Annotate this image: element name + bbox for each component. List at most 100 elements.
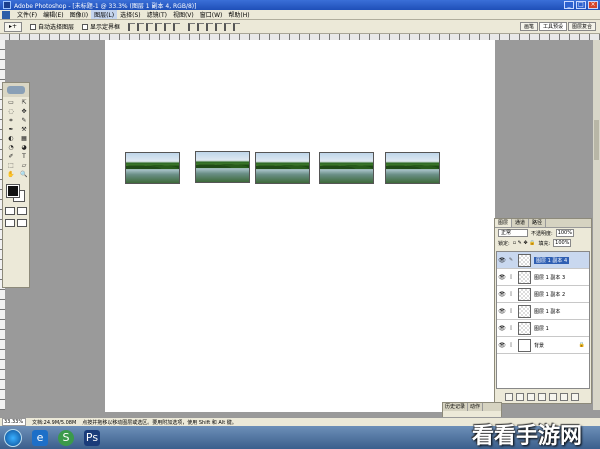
lasso-tool-icon[interactable]: ◌ xyxy=(5,108,17,116)
healing-brush-tool-icon[interactable]: ✒ xyxy=(5,126,17,134)
screen-mode-standard-icon[interactable] xyxy=(5,219,15,227)
layer-row[interactable]: 👁 ▯ 图层 1 副本 xyxy=(497,303,589,320)
history-brush-tool-icon[interactable]: ▦ xyxy=(18,135,30,143)
layer-mask-icon[interactable] xyxy=(527,393,535,401)
menu-select[interactable]: 选择(S) xyxy=(117,10,144,19)
show-bounds-checkbox[interactable]: 显示定界框 xyxy=(82,22,120,31)
standard-mode-icon[interactable] xyxy=(5,207,15,215)
quick-mask-mode-icon[interactable] xyxy=(17,207,27,215)
distribute-hcenter-icon[interactable] xyxy=(224,22,232,31)
new-layer-icon[interactable] xyxy=(560,393,568,401)
screen-mode-full-icon[interactable] xyxy=(17,219,27,227)
fill-input[interactable]: 100% xyxy=(553,239,572,247)
distribute-vcenter-icon[interactable] xyxy=(197,22,205,31)
adjustment-layer-icon[interactable] xyxy=(549,393,557,401)
zoom-field[interactable]: 33.33% xyxy=(2,418,26,426)
link-icon[interactable]: ▯ xyxy=(507,291,515,297)
foreground-color-swatch[interactable] xyxy=(6,184,20,198)
crop-tool-icon[interactable]: ⌗ xyxy=(5,117,17,125)
tab-actions[interactable]: 动作 xyxy=(468,403,484,411)
landscape-image-layer-4[interactable] xyxy=(319,152,374,184)
document-canvas[interactable] xyxy=(105,40,495,412)
menu-image[interactable]: 图像(I) xyxy=(67,10,91,19)
align-vcenter-icon[interactable] xyxy=(137,22,145,31)
link-icon[interactable]: ▯ xyxy=(507,274,515,280)
distribute-right-icon[interactable] xyxy=(233,22,241,31)
menu-filter[interactable]: 滤镜(T) xyxy=(144,10,170,19)
align-bottom-icon[interactable] xyxy=(146,22,154,31)
menu-help[interactable]: 帮助(H) xyxy=(225,10,252,19)
minimize-button[interactable]: _ xyxy=(564,1,574,9)
start-button[interactable] xyxy=(4,428,22,447)
clone-stamp-tool-icon[interactable]: ◐ xyxy=(5,135,17,143)
menu-layer[interactable]: 图层(L) xyxy=(91,10,118,19)
eraser-tool-icon[interactable]: ◔ xyxy=(5,144,17,152)
landscape-image-layer-2[interactable] xyxy=(195,151,250,183)
trash-icon[interactable] xyxy=(571,393,579,401)
eye-icon[interactable]: 👁 xyxy=(497,325,507,332)
align-left-icon[interactable] xyxy=(155,22,163,31)
hand-tool-icon[interactable]: ✋ xyxy=(5,171,17,179)
brush-tool-icon[interactable]: ⚒ xyxy=(18,126,30,134)
move-tool-icon[interactable]: ⇱ xyxy=(18,99,30,107)
slice-tool-icon[interactable]: ✎ xyxy=(18,117,30,125)
layer-style-icon[interactable] xyxy=(516,393,524,401)
layer-row[interactable]: 👁 ▯ 图层 1 副本 2 xyxy=(497,286,589,303)
landscape-image-layer-1[interactable] xyxy=(125,152,180,184)
distribute-left-icon[interactable] xyxy=(215,22,223,31)
layer-row[interactable]: 👁 ▯ 图层 1 xyxy=(497,320,589,337)
layer-row[interactable]: 👁 ▯ 图层 1 副本 3 xyxy=(497,269,589,286)
distribute-top-icon[interactable] xyxy=(188,22,196,31)
auto-select-layer-checkbox[interactable]: 自动选择图层 xyxy=(30,22,74,31)
link-icon[interactable]: ▯ xyxy=(507,308,515,314)
align-hcenter-icon[interactable] xyxy=(164,22,172,31)
browser-icon[interactable]: S xyxy=(58,429,74,446)
shape-tool-icon[interactable]: ▱ xyxy=(18,162,30,170)
distribute-bottom-icon[interactable] xyxy=(206,22,214,31)
menu-edit[interactable]: 编辑(E) xyxy=(40,10,66,19)
toolbox-header[interactable] xyxy=(3,83,29,97)
align-right-icon[interactable] xyxy=(173,22,181,31)
tab-paths[interactable]: 路径 xyxy=(529,219,547,227)
opacity-input[interactable]: 100% xyxy=(555,229,574,237)
marquee-tool-icon[interactable]: ▭ xyxy=(5,99,17,107)
link-icon[interactable]: ▯ xyxy=(507,325,515,331)
gradient-tool-icon[interactable]: ◕ xyxy=(18,144,30,152)
pen-tool-icon[interactable]: ✐ xyxy=(5,153,17,161)
link-layers-icon[interactable] xyxy=(505,393,513,401)
path-select-tool-icon[interactable]: ⬚ xyxy=(5,162,17,170)
align-top-icon[interactable] xyxy=(128,22,136,31)
eye-icon[interactable]: 👁 xyxy=(497,291,507,298)
eye-icon[interactable]: 👁 xyxy=(497,342,507,349)
eye-icon[interactable]: 👁 xyxy=(497,308,507,315)
layer-row[interactable]: 👁 ▯ 背景 🔒 xyxy=(497,337,589,354)
maximize-button[interactable]: □ xyxy=(576,1,586,9)
menu-file[interactable]: 文件(F) xyxy=(14,10,40,19)
tool-preset-picker[interactable]: ▸+ xyxy=(4,21,22,32)
menu-window[interactable]: 窗口(W) xyxy=(197,10,226,19)
tab-history[interactable]: 历史记录 xyxy=(443,403,469,411)
vertical-scrollbar[interactable] xyxy=(593,40,600,410)
tab-layers[interactable]: 图层 xyxy=(495,219,513,227)
lock-icons[interactable]: ▫ ✎ ✥ 🔒 xyxy=(513,240,536,246)
scrollbar-thumb[interactable] xyxy=(594,120,599,160)
link-icon[interactable]: ▯ xyxy=(507,342,515,348)
close-button[interactable]: × xyxy=(588,1,598,9)
menu-view[interactable]: 视图(V) xyxy=(170,10,197,19)
zoom-tool-icon[interactable]: 🔍 xyxy=(18,171,30,179)
internet-explorer-icon[interactable]: e xyxy=(32,429,48,446)
eye-icon[interactable]: 👁 xyxy=(497,257,507,264)
tab-channels[interactable]: 通道 xyxy=(512,219,530,227)
well-tab-layer-comps[interactable]: 图层复合 xyxy=(567,22,596,31)
eye-icon[interactable]: 👁 xyxy=(497,274,507,281)
photoshop-taskbar-icon[interactable]: Ps xyxy=(84,429,100,446)
well-tab-brushes[interactable]: 画笔 xyxy=(519,22,538,31)
landscape-image-layer-3[interactable] xyxy=(255,152,310,184)
new-group-icon[interactable] xyxy=(538,393,546,401)
layer-row[interactable]: 👁 ✎ 图层 1 副本 4 xyxy=(497,252,589,269)
landscape-image-layer-5[interactable] xyxy=(385,152,440,184)
blend-mode-select[interactable]: 正常 xyxy=(498,229,528,237)
well-tab-tool-presets[interactable]: 工具预设 xyxy=(538,22,567,31)
type-tool-icon[interactable]: T xyxy=(18,153,30,161)
magic-wand-tool-icon[interactable]: ✥ xyxy=(18,108,30,116)
